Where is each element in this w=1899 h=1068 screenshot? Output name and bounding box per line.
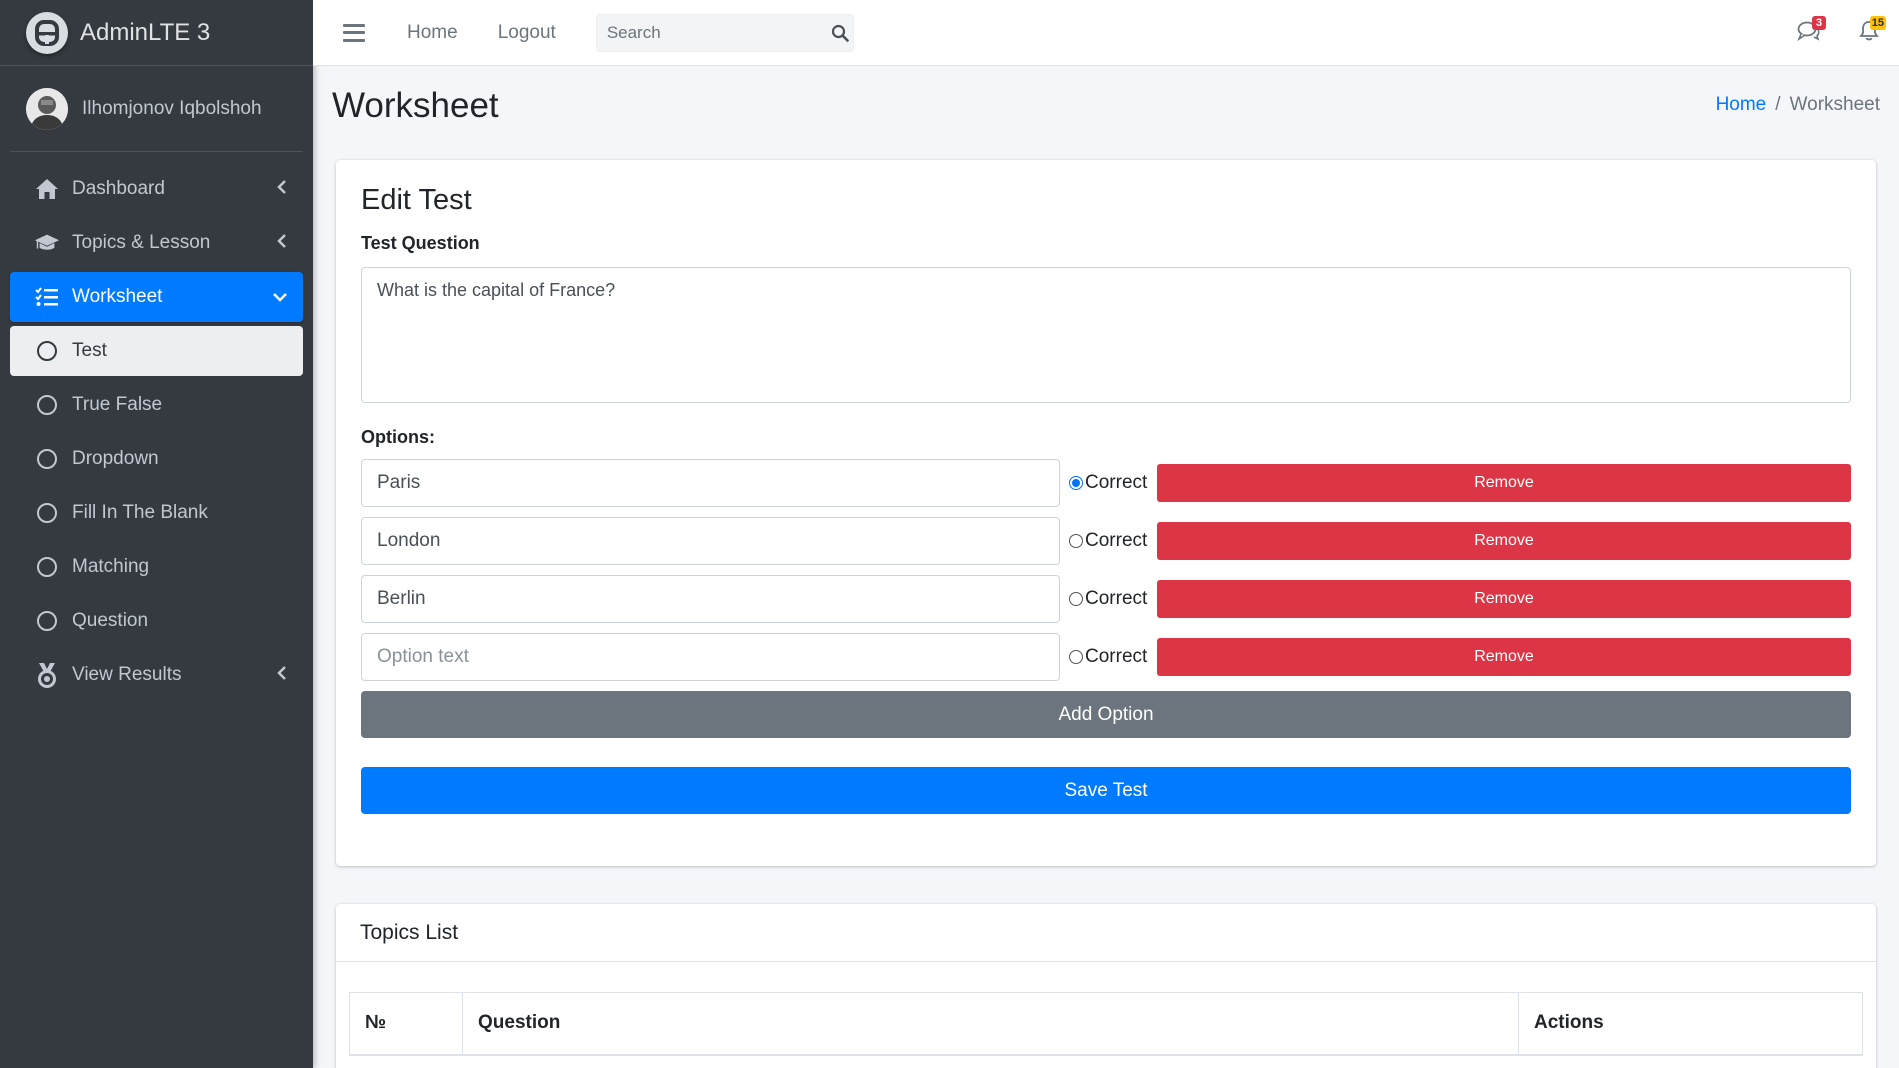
sidebar-item-label: True False	[72, 394, 163, 415]
graduation-cap-icon	[34, 230, 60, 256]
option-row: Correct Remove	[361, 517, 1851, 565]
card-title: Edit Test	[361, 184, 472, 216]
remove-option-button[interactable]: Remove	[1157, 464, 1851, 502]
circle-icon	[34, 608, 60, 634]
navbar-right: 3 15	[1779, 0, 1899, 66]
sidebar-nav: Dashboard Topics & Lesson Worksheet Test…	[0, 152, 313, 700]
circle-icon	[34, 554, 60, 580]
question-label: Test Question	[361, 233, 480, 253]
sidebar-item-question[interactable]: Question	[10, 596, 303, 646]
question-textarea[interactable]: What is the capital of France?	[361, 267, 1851, 403]
edit-test-card: Edit Test Test Question What is the capi…	[336, 160, 1876, 866]
sidebar-item-label: Topics & Lesson	[72, 232, 211, 253]
sidebar-item-fill-in-the-blank[interactable]: Fill In The Blank	[10, 488, 303, 538]
chevron-left-icon	[277, 178, 287, 200]
circle-icon	[34, 446, 60, 472]
topics-list-title: Topics List	[336, 904, 1876, 962]
sidebar-item-label: Worksheet	[72, 286, 163, 307]
sidebar-item-matching[interactable]: Matching	[10, 542, 303, 592]
radio-checked-icon[interactable]	[1069, 476, 1083, 490]
remove-option-button[interactable]: Remove	[1157, 522, 1851, 560]
options-label: Options:	[361, 427, 435, 447]
sidebar-item-label: Dashboard	[72, 178, 165, 199]
sidebar-item-worksheet[interactable]: Worksheet	[10, 272, 303, 322]
sidebar-item-label: View Results	[72, 664, 182, 685]
add-option-button[interactable]: Add Option	[361, 691, 1851, 738]
brand-logo-icon	[26, 11, 68, 54]
radio-unchecked-icon[interactable]	[1069, 650, 1083, 664]
circle-icon	[34, 338, 60, 364]
column-header-actions: Actions	[1518, 992, 1863, 1056]
correct-radio[interactable]: Correct	[1060, 588, 1157, 610]
chevron-left-icon	[277, 232, 287, 254]
brand-link[interactable]: AdminLTE 3	[0, 0, 313, 66]
breadcrumb-home-link[interactable]: Home	[1716, 94, 1767, 115]
option-input[interactable]	[361, 575, 1060, 623]
tasks-icon	[34, 284, 60, 310]
sidebar-item-label: Test	[72, 340, 107, 361]
correct-label: Correct	[1085, 530, 1148, 551]
circle-icon	[34, 500, 60, 526]
correct-radio[interactable]: Correct	[1060, 530, 1157, 552]
sidebar-item-topics-lesson[interactable]: Topics & Lesson	[10, 218, 303, 268]
sidebar-item-dashboard[interactable]: Dashboard	[10, 164, 303, 214]
column-header-question: Question	[462, 992, 1519, 1056]
radio-unchecked-icon[interactable]	[1069, 592, 1083, 606]
topics-list-card: Topics List № Question Actions	[336, 904, 1876, 1068]
home-icon	[34, 176, 60, 202]
column-header-number: №	[349, 992, 463, 1056]
correct-label: Correct	[1085, 472, 1148, 493]
sidebar-item-true-false[interactable]: True False	[10, 380, 303, 430]
correct-radio[interactable]: Correct	[1060, 472, 1157, 494]
user-avatar	[26, 87, 68, 130]
breadcrumb-separator: /	[1775, 94, 1781, 115]
circle-icon	[34, 392, 60, 418]
nav-link-logout[interactable]: Logout	[498, 22, 556, 44]
option-input[interactable]	[361, 459, 1060, 507]
remove-option-button[interactable]: Remove	[1157, 580, 1851, 618]
sidebar-item-view-results[interactable]: View Results	[10, 650, 303, 700]
chevron-down-icon	[273, 286, 287, 308]
brand-text: AdminLTE 3	[80, 18, 211, 46]
correct-label: Correct	[1085, 588, 1148, 609]
main-sidebar: AdminLTE 3 Ilhomjonov Iqbolshoh Dashboar…	[0, 0, 313, 1068]
navbar-search	[595, 13, 854, 52]
table-header-row: № Question Actions	[349, 992, 1863, 1056]
messages-dropdown[interactable]: 3	[1779, 13, 1839, 53]
breadcrumb: Home / Worksheet	[1716, 94, 1880, 116]
sidebar-item-label: Question	[72, 610, 149, 631]
correct-label: Correct	[1085, 646, 1148, 667]
radio-unchecked-icon[interactable]	[1069, 534, 1083, 548]
sidebar-item-label: Dropdown	[72, 448, 159, 469]
breadcrumb-current: Worksheet	[1789, 94, 1880, 115]
chevron-left-icon	[277, 664, 287, 686]
remove-option-button[interactable]: Remove	[1157, 638, 1851, 676]
medal-icon	[34, 662, 60, 688]
option-row: Correct Remove	[361, 459, 1851, 507]
option-row: Correct Remove	[361, 575, 1851, 623]
option-input[interactable]	[361, 633, 1060, 681]
notifications-dropdown[interactable]: 15	[1839, 13, 1899, 53]
notifications-badge: 15	[1869, 16, 1886, 30]
nav-link-home[interactable]: Home	[407, 22, 458, 44]
sidebar-item-test[interactable]: Test	[10, 326, 303, 376]
page-title: Worksheet	[332, 86, 499, 125]
sidebar-item-dropdown[interactable]: Dropdown	[10, 434, 303, 484]
option-row: Correct Remove	[361, 633, 1851, 681]
topics-table: № Question Actions	[349, 992, 1863, 1056]
user-panel[interactable]: Ilhomjonov Iqbolshoh	[10, 66, 303, 152]
search-input[interactable]	[596, 22, 828, 43]
sidebar-item-label: Fill In The Blank	[72, 502, 208, 523]
content-header: Worksheet Home / Worksheet	[332, 86, 1880, 132]
sidebar-item-label: Matching	[72, 556, 150, 577]
user-name[interactable]: Ilhomjonov Iqbolshoh	[82, 98, 262, 120]
search-icon[interactable]	[828, 15, 853, 51]
save-test-button[interactable]: Save Test	[361, 767, 1851, 814]
correct-radio[interactable]: Correct	[1060, 646, 1157, 668]
top-navbar: Home Logout 3 15	[313, 0, 1899, 66]
messages-badge: 3	[1812, 16, 1826, 30]
option-input[interactable]	[361, 517, 1060, 565]
menu-toggle-icon[interactable]	[343, 23, 365, 42]
